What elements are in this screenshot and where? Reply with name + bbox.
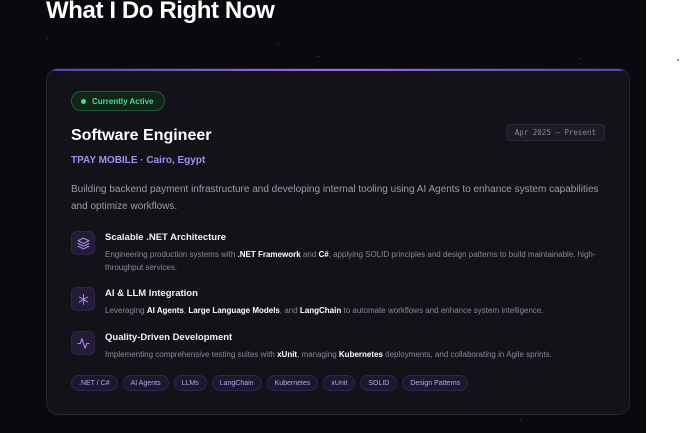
date-range-chip: Apr 2025 — Present xyxy=(505,124,605,141)
highlight-term: Large Language Models xyxy=(188,306,280,315)
description-text: deployments, and collaborating in Agile … xyxy=(382,350,552,359)
tech-tag: LLMs xyxy=(173,375,207,391)
tech-tag: Design Patterns xyxy=(402,375,469,391)
highlight-term: LangChain xyxy=(299,306,342,315)
description-text: to automate workflows and enhance system… xyxy=(341,306,544,315)
dark-background: What I Do Right Now Currently Active Apr… xyxy=(0,0,646,433)
star-dot xyxy=(47,38,48,39)
job-summary: Building backend payment infrastructure … xyxy=(71,184,599,212)
experience-card: Currently Active Apr 2025 — Present Soft… xyxy=(46,68,630,415)
feature-title: Scalable .NET Architecture xyxy=(105,232,227,243)
highlight-term: .NET Framework xyxy=(237,250,301,259)
star-dot xyxy=(580,58,581,59)
feature-description: Implementing comprehensive testing suite… xyxy=(105,348,615,361)
red-dot xyxy=(677,59,679,61)
highlight-term: AI Agents xyxy=(146,306,184,315)
status-dot-icon xyxy=(81,98,86,104)
description-text: Implementing comprehensive testing suite… xyxy=(105,350,278,359)
tech-tag: .NET / C# xyxy=(71,375,118,391)
job-title: Software Engineer xyxy=(71,127,212,144)
description-text: and xyxy=(300,250,319,259)
tech-tag: Kubernetes xyxy=(266,375,319,391)
description-text: Engineering production systems with xyxy=(105,250,238,259)
status-label: Currently Active xyxy=(92,96,154,106)
star-dot xyxy=(520,420,521,421)
highlight-term: xUnit xyxy=(277,350,298,359)
tech-tag: xUnit xyxy=(323,375,356,391)
activity-icon xyxy=(71,331,95,355)
status-badge: Currently Active xyxy=(71,91,165,111)
description-text: Leveraging xyxy=(105,306,147,315)
feature-description: Leveraging AI Agents, Large Language Mod… xyxy=(105,304,615,317)
feature-item-quality: Quality-Driven Development Implementing … xyxy=(71,331,611,371)
layers-icon xyxy=(71,231,95,255)
section-heading: What I Do Right Now xyxy=(46,0,275,24)
tech-tag: SOLID xyxy=(360,375,398,391)
highlight-term: C# xyxy=(318,250,329,259)
star-dot xyxy=(318,56,319,57)
sparkle-icon xyxy=(71,287,95,311)
description-text: , and xyxy=(279,306,300,315)
feature-item-dotnet: Scalable .NET Architecture Engineering p… xyxy=(71,231,611,272)
feature-title: AI & LLM Integration xyxy=(105,288,198,299)
feature-item-ai: AI & LLM Integration Leveraging AI Agent… xyxy=(71,287,611,327)
description-text: , managing xyxy=(297,350,339,359)
highlight-term: Kubernetes xyxy=(338,350,383,359)
company-location: TPAY MOBILE · Cairo, Egypt xyxy=(71,155,206,166)
tech-tag-list: .NET / C# AI Agents LLMs LangChain Kuber… xyxy=(71,375,469,391)
feature-description: Engineering production systems with .NET… xyxy=(105,248,615,274)
tech-tag: AI Agents xyxy=(122,375,169,391)
feature-title: Quality-Driven Development xyxy=(105,332,233,343)
star-dot xyxy=(278,44,279,45)
tech-tag: LangChain xyxy=(211,375,262,391)
